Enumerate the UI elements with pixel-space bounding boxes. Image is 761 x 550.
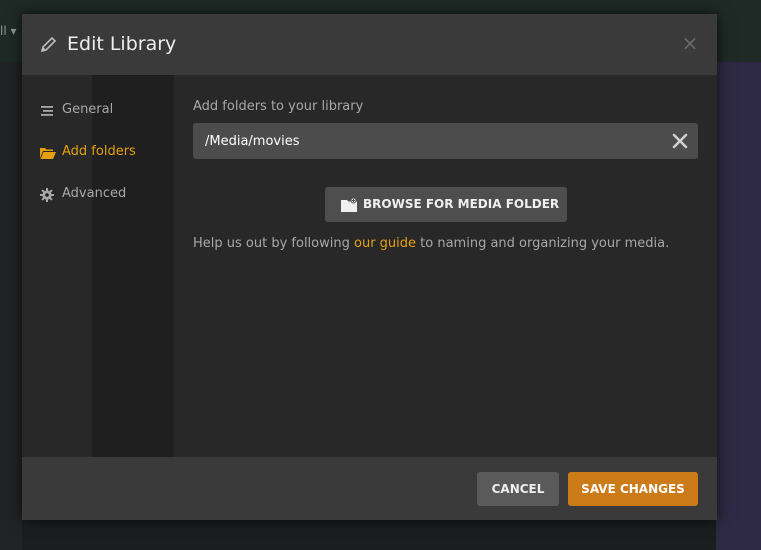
sidebar-item-label: Advanced — [62, 186, 127, 201]
sidebar-item-label: General — [62, 102, 114, 117]
help-text-suffix: to naming and organizing your media. — [416, 236, 670, 251]
close-button[interactable]: × — [679, 32, 701, 54]
help-text: Help us out by following our guide to na… — [193, 235, 669, 253]
sidebar-item-advanced[interactable]: Advanced — [22, 173, 174, 215]
dialog-content: Add folders to your library BROWSE FOR M… — [174, 75, 717, 457]
sidebar-item-general[interactable]: General — [22, 89, 174, 131]
dialog-header: Edit Library × — [22, 14, 717, 75]
dialog-sidebar: General Add folders Advanced — [22, 75, 174, 457]
edit-library-dialog: Edit Library × General Add folders Advan… — [22, 14, 717, 520]
background-right-panel — [716, 62, 761, 550]
add-folders-heading: Add folders to your library — [193, 99, 364, 114]
background-menu-label: ll ▾ — [0, 24, 17, 38]
sidebar-item-add-folders[interactable]: Add folders — [22, 131, 174, 173]
help-text-prefix: Help us out by following — [193, 236, 354, 251]
clear-icon[interactable] — [671, 132, 689, 150]
guide-link[interactable]: our guide — [354, 236, 416, 251]
pencil-icon — [40, 35, 58, 53]
dialog-footer: CANCEL SAVE CHANGES — [22, 457, 717, 520]
save-changes-button[interactable]: SAVE CHANGES — [568, 472, 698, 506]
folder-input-container — [193, 123, 698, 159]
folder-open-icon — [40, 145, 56, 159]
dialog-title: Edit Library — [67, 33, 177, 55]
browse-button-label: BROWSE FOR MEDIA FOLDER — [363, 197, 560, 211]
gear-icon — [40, 187, 54, 202]
cancel-button[interactable]: CANCEL — [477, 472, 559, 506]
folder-path-input[interactable] — [193, 123, 653, 159]
background-left-panel — [0, 62, 22, 550]
sidebar-item-label: Add folders — [62, 144, 136, 159]
list-icon — [40, 103, 54, 117]
browse-media-folder-button[interactable]: BROWSE FOR MEDIA FOLDER — [325, 187, 567, 222]
folder-add-icon — [341, 197, 357, 212]
